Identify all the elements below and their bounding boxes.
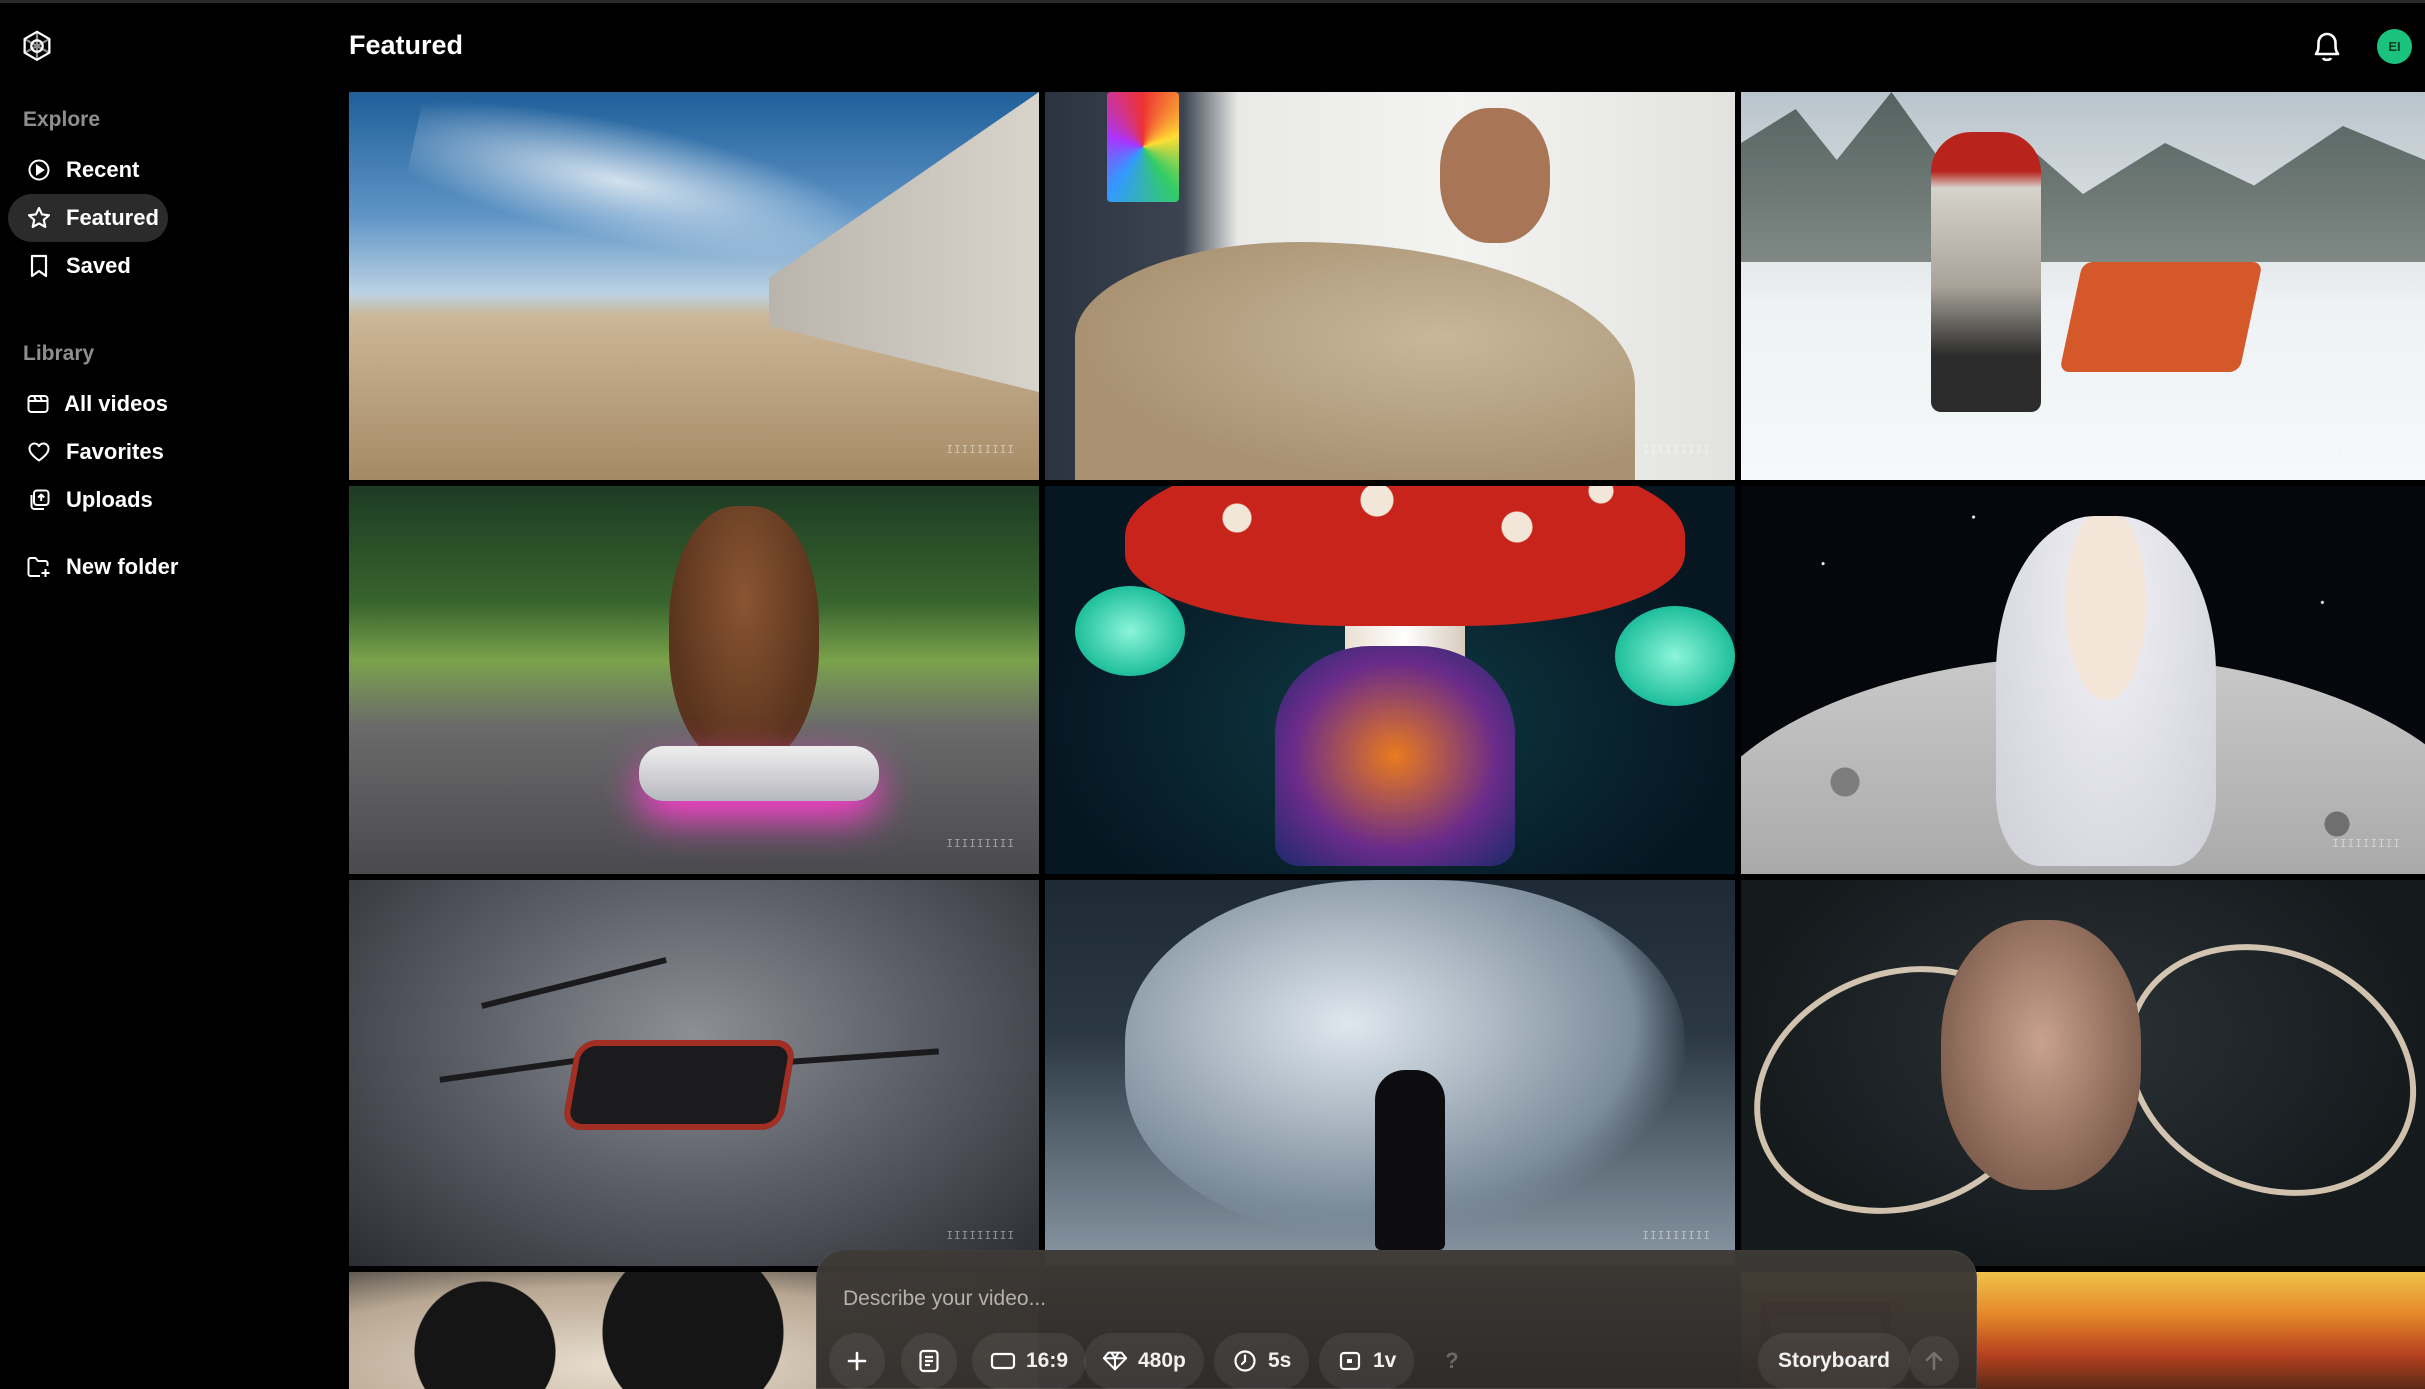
- presets-button[interactable]: [901, 1333, 957, 1389]
- sidebar-item-favorites[interactable]: Favorites: [8, 428, 168, 476]
- variations-value: 1v: [1373, 1349, 1397, 1372]
- submit-button[interactable]: [1909, 1336, 1959, 1386]
- new-folder-label: New folder: [66, 554, 179, 579]
- scene-astronaut: [1996, 516, 2216, 866]
- video-watermark: IIIIIIIII: [1642, 1229, 1711, 1242]
- video-tile[interactable]: IIIIIIIII: [1045, 880, 1735, 1266]
- prompt-input[interactable]: [843, 1283, 1743, 1315]
- window-top-border: [0, 0, 2425, 3]
- scene-drone-arm: [481, 957, 667, 1009]
- variations-icon: [1337, 1348, 1363, 1374]
- resolution-value: 480p: [1138, 1349, 1186, 1372]
- diamond-icon: [1102, 1348, 1128, 1374]
- sidebar-item-uploads[interactable]: Uploads: [8, 476, 168, 524]
- new-folder-button[interactable]: New folder: [8, 543, 198, 591]
- section-label-explore: Explore: [23, 108, 101, 131]
- play-circle-icon: [25, 157, 52, 184]
- scene-figure: [1931, 132, 2041, 412]
- scene-face: [1941, 920, 2141, 1190]
- scene-stained-glass: [1107, 92, 1179, 202]
- video-tile[interactable]: IIIIIIIII: [1045, 92, 1735, 480]
- bell-icon[interactable]: [2310, 28, 2344, 64]
- scene-figure: [1375, 1070, 1445, 1250]
- video-watermark: IIIIIIIII: [2332, 837, 2401, 850]
- openai-logo-icon[interactable]: [18, 28, 56, 66]
- sidebar-item-saved[interactable]: Saved: [8, 242, 168, 290]
- sidebar-item-recent[interactable]: Recent: [8, 146, 168, 194]
- scene-figure: [1075, 242, 1635, 480]
- add-media-button[interactable]: [829, 1333, 885, 1389]
- folder-plus-icon: [25, 554, 52, 581]
- scene-head: [1440, 108, 1550, 243]
- section-label-library: Library: [23, 342, 95, 365]
- video-tile[interactable]: IIIIIIIII: [1741, 92, 2425, 480]
- heart-icon: [25, 439, 52, 466]
- video-tile[interactable]: IIIIIIIII: [1741, 486, 2425, 874]
- video-tile[interactable]: IIIIIIIII: [349, 880, 1039, 1266]
- scene-drone: [561, 1040, 797, 1130]
- aspect-ratio-value: 16:9: [1026, 1349, 1069, 1372]
- video-watermark: IIIIIIIII: [946, 837, 1015, 850]
- upload-icon: [25, 487, 52, 514]
- sidebar-item-label: Recent: [66, 157, 140, 182]
- variations-select[interactable]: 1v: [1319, 1333, 1415, 1389]
- video-tile[interactable]: IIIIIIIII: [349, 486, 1039, 874]
- storyboard-button[interactable]: Storyboard: [1758, 1333, 1911, 1389]
- scene-mushroom-cap: [1125, 486, 1685, 626]
- clock-icon: [1232, 1348, 1258, 1374]
- plus-icon: [847, 1351, 867, 1371]
- sidebar-item-all-videos[interactable]: All videos: [8, 380, 168, 428]
- video-watermark: IIIIIIIII: [1642, 443, 1711, 456]
- video-grid: IIIIIIIII IIIIIIIII IIIIIIIII IIIIIIIII …: [349, 92, 2425, 1389]
- duration-value: 5s: [1268, 1349, 1292, 1372]
- scene-tree: [349, 1272, 849, 1389]
- scene-glow: [1615, 606, 1735, 706]
- sidebar-item-label: Featured: [66, 205, 159, 230]
- help-button[interactable]: ?: [1424, 1333, 1480, 1389]
- sidebar-item-featured[interactable]: Featured: [8, 194, 168, 242]
- scene-dog: [669, 506, 819, 766]
- video-watermark: IIIIIIIII: [2332, 443, 2401, 456]
- resolution-select[interactable]: 480p: [1084, 1333, 1204, 1389]
- scene-hoverboard: [639, 746, 879, 801]
- scene-snowblower: [2059, 262, 2263, 372]
- avatar[interactable]: EI: [2377, 29, 2412, 64]
- sidebar-item-label: Favorites: [66, 439, 164, 464]
- video-tile[interactable]: [1741, 880, 2425, 1266]
- film-icon: [25, 391, 50, 418]
- aspect-ratio-icon: [990, 1348, 1016, 1374]
- sidebar-item-label: All videos: [64, 391, 168, 416]
- page-title: Featured: [349, 30, 464, 60]
- scene-glow: [1075, 586, 1185, 676]
- sidebar-item-label: Uploads: [66, 487, 153, 512]
- sidebar: Explore Recent Featured Saved Library Al…: [0, 0, 340, 1389]
- arrow-up-icon: [1925, 1351, 1943, 1371]
- storyboard-label: Storyboard: [1778, 1349, 1891, 1372]
- aspect-ratio-select[interactable]: 16:9: [972, 1333, 1087, 1389]
- video-tile[interactable]: IIIIIIIII: [349, 92, 1039, 480]
- video-watermark: IIIIIIIII: [946, 1229, 1015, 1242]
- star-icon: [25, 205, 52, 232]
- video-tile[interactable]: [1045, 486, 1735, 874]
- prompt-composer: 16:9 480p 5s 1v ? Storyboard: [816, 1250, 1977, 1389]
- sidebar-item-label: Saved: [66, 253, 131, 278]
- scene-figure: [1275, 646, 1515, 866]
- document-icon: [919, 1349, 939, 1373]
- bookmark-icon: [25, 253, 52, 280]
- video-watermark: IIIIIIIII: [946, 443, 1015, 456]
- duration-select[interactable]: 5s: [1214, 1333, 1310, 1389]
- scene-trees: [1741, 92, 2425, 262]
